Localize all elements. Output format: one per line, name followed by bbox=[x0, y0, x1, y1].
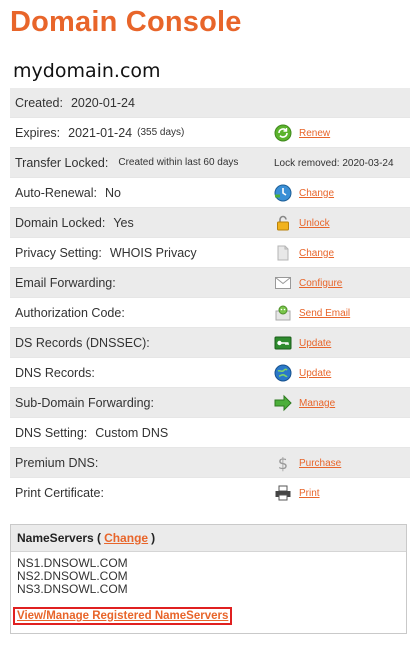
print-certificate-label: Print Certificate: bbox=[15, 486, 104, 500]
expires-days: (355 days) bbox=[137, 127, 185, 138]
premium-dns-label: Premium DNS: bbox=[15, 455, 99, 470]
expires-label: Expires: bbox=[15, 125, 61, 140]
dns-setting-value: Custom DNS bbox=[95, 425, 169, 440]
row-created: Created: 2020-01-24 bbox=[10, 88, 410, 118]
domain-settings-table: Created: 2020-01-24 Expires: 2021-01-24 … bbox=[10, 88, 410, 508]
privacy-change-link[interactable]: Change bbox=[299, 248, 334, 259]
page-title: Domain Console bbox=[10, 6, 242, 38]
nameservers-title: NameServers ( bbox=[17, 531, 102, 545]
premium-dns-purchase-link[interactable]: Purchase bbox=[299, 458, 341, 469]
created-value: 2020-01-24 bbox=[70, 95, 135, 110]
subdomain-manage-link[interactable]: Manage bbox=[299, 398, 335, 409]
globe-icon[interactable] bbox=[274, 364, 292, 382]
lock-removed-note: Lock removed: 2020-03-24 bbox=[274, 157, 394, 169]
document-icon[interactable] bbox=[274, 244, 292, 262]
row-ds-records: DS Records (DNSSEC): Update bbox=[10, 328, 410, 358]
row-print-certificate: Print Certificate: Print bbox=[10, 478, 410, 508]
printer-icon[interactable] bbox=[274, 484, 292, 502]
nameservers-title-close: ) bbox=[151, 531, 156, 545]
row-expires: Expires: 2021-01-24 (355 days) Renew bbox=[10, 118, 410, 148]
expires-value: 2021-01-24 bbox=[68, 125, 133, 140]
renew-icon[interactable] bbox=[274, 124, 292, 142]
transfer-locked-value: Created within last 60 days bbox=[118, 157, 239, 168]
row-subdomain-forwarding: Sub-Domain Forwarding: Manage bbox=[10, 388, 410, 418]
print-link[interactable]: Print bbox=[299, 488, 320, 499]
row-email-forwarding: Email Forwarding: Configure bbox=[10, 268, 410, 298]
mail-robot-icon[interactable] bbox=[274, 304, 292, 322]
dns-setting-label: DNS Setting: bbox=[15, 425, 88, 440]
dns-records-label: DNS Records: bbox=[15, 365, 95, 380]
nameservers-panel: NameServers ( Change ) NS1.DNSOWL.COM NS… bbox=[10, 524, 407, 634]
send-email-link[interactable]: Send Email bbox=[299, 308, 350, 319]
email-forwarding-configure-link[interactable]: Configure bbox=[299, 278, 342, 289]
unlock-link[interactable]: Unlock bbox=[299, 218, 330, 229]
auto-renewal-label: Auto-Renewal: bbox=[15, 185, 97, 200]
renew-link[interactable]: Renew bbox=[299, 128, 330, 139]
manage-nameservers-link[interactable]: View/Manage Registered NameServers bbox=[13, 607, 233, 625]
row-premium-dns: Premium DNS: $ Purchase bbox=[10, 448, 410, 478]
nameserver-item: NS3.DNSOWL.COM bbox=[17, 582, 128, 596]
privacy-setting-value: WHOIS Privacy bbox=[109, 245, 197, 260]
row-privacy-setting: Privacy Setting: WHOIS Privacy Change bbox=[10, 238, 410, 268]
created-label: Created: bbox=[15, 95, 63, 110]
arrow-right-icon[interactable] bbox=[274, 394, 292, 412]
auto-renewal-value: No bbox=[105, 185, 121, 200]
row-dns-records: DNS Records: Update bbox=[10, 358, 410, 388]
domain-locked-value: Yes bbox=[113, 215, 134, 230]
row-domain-locked: Domain Locked: Yes Unlock bbox=[10, 208, 410, 238]
envelope-icon[interactable] bbox=[274, 274, 292, 292]
transfer-locked-label: Transfer Locked: bbox=[15, 155, 109, 170]
email-forwarding-label: Email Forwarding: bbox=[15, 275, 116, 290]
domain-name: mydomain.com bbox=[13, 60, 161, 82]
nameservers-change-link[interactable]: Change bbox=[104, 531, 148, 545]
ds-records-label: DS Records (DNSSEC): bbox=[15, 335, 150, 350]
lock-icon[interactable] bbox=[274, 214, 292, 232]
svg-text:$: $ bbox=[278, 454, 288, 472]
row-transfer-locked: Transfer Locked: Created within last 60 … bbox=[10, 148, 410, 178]
privacy-setting-label: Privacy Setting: bbox=[15, 245, 102, 260]
dns-records-update-link[interactable]: Update bbox=[299, 368, 331, 379]
row-authorization-code: Authorization Code: Send Email bbox=[10, 298, 410, 328]
row-auto-renewal: Auto-Renewal: No Change bbox=[10, 178, 410, 208]
ds-records-update-link[interactable]: Update bbox=[299, 338, 331, 349]
domain-locked-label: Domain Locked: bbox=[15, 215, 106, 230]
authorization-code-label: Authorization Code: bbox=[15, 305, 125, 320]
auto-renewal-change-link[interactable]: Change bbox=[299, 188, 334, 199]
nameserver-list: NS1.DNSOWL.COM NS2.DNSOWL.COM NS3.DNSOWL… bbox=[11, 552, 406, 596]
subdomain-forwarding-label: Sub-Domain Forwarding: bbox=[15, 395, 154, 410]
row-dns-setting: DNS Setting: Custom DNS bbox=[10, 418, 410, 448]
clock-icon[interactable] bbox=[274, 184, 292, 202]
key-icon[interactable] bbox=[274, 334, 292, 352]
dollar-icon[interactable]: $ bbox=[274, 454, 292, 472]
nameservers-header: NameServers ( Change ) bbox=[11, 525, 406, 552]
